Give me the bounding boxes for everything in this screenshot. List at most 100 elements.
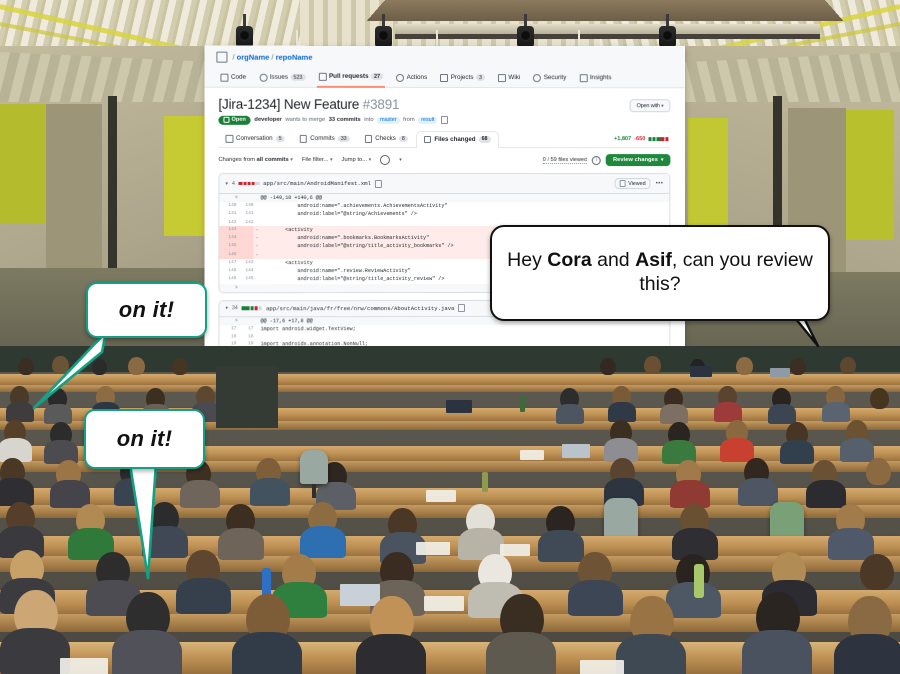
- check-icon: [364, 135, 373, 143]
- chevron-down-icon: ▾: [329, 157, 333, 164]
- copy-icon[interactable]: [440, 116, 448, 125]
- pr-subtitle: Open developer wants to merge 33 commits…: [218, 115, 670, 125]
- graph-icon: [579, 73, 588, 82]
- page-title: [Jira-1234] New Feature #3891 Open with …: [218, 96, 671, 113]
- viewed-checkbox[interactable]: Viewed: [614, 177, 651, 190]
- nav-projects[interactable]: Projects 3: [438, 70, 487, 86]
- repo-breadcrumb-bar: / orgName / repoName: [204, 45, 685, 69]
- diff-filter-bar: Changes from all commits ▾ File filter..…: [218, 154, 671, 167]
- wall-section: [46, 104, 102, 274]
- speech-bubble-tail-student-lower: [128, 462, 158, 580]
- tab-commits[interactable]: Commits 33: [293, 131, 357, 147]
- info-icon[interactable]: i: [592, 155, 602, 165]
- nav-insights[interactable]: Insights: [577, 71, 613, 87]
- chevron-down-icon[interactable]: ▾: [225, 180, 228, 186]
- chevron-down-icon: ▾: [290, 157, 293, 164]
- spotlight-icon: [517, 26, 534, 48]
- spotlight-icon: [659, 26, 676, 48]
- nav-count: 523: [290, 73, 306, 81]
- ceiling-truss: [366, 0, 844, 21]
- wall-panel-green: [0, 104, 46, 224]
- gear-icon[interactable]: [380, 155, 391, 166]
- speech-bubble-student-upper-text: on it!: [118, 297, 175, 322]
- nav-wiki[interactable]: Wiki: [496, 71, 522, 87]
- nav-pull-requests[interactable]: Pull requests 27: [316, 69, 386, 88]
- diff-line: 141 141 android:label="@string/Achievemen…: [219, 210, 669, 219]
- file-icon: [423, 135, 432, 144]
- nav-label: Projects: [450, 74, 474, 82]
- breadcrumb[interactable]: / orgName / repoName: [232, 52, 312, 61]
- pr-tabs: Conversation 5 Commits 33 Checks 8 Files ch…: [218, 130, 671, 149]
- diff-stat: +1,807 -650: [614, 136, 670, 142]
- file-change-count: 4: [232, 180, 235, 187]
- chevron-down-icon: ▾: [368, 157, 372, 164]
- nav-count: 27: [371, 73, 384, 80]
- nav-count: 3: [475, 74, 485, 81]
- diff-file-header[interactable]: ▾ 4 app/src/main/AndroidManifest.xml Vie…: [219, 174, 670, 194]
- diff-bar: [648, 137, 669, 141]
- lecture-hall-scene: / orgName / repoName Code Issues 523 Pull…: [0, 0, 900, 674]
- pr-title-text: [Jira-1234] New Feature: [218, 96, 360, 112]
- nav-security[interactable]: Security: [531, 71, 568, 87]
- code-icon: [220, 73, 229, 82]
- book-icon: [497, 73, 506, 82]
- hunk-header: @@ -140,10 +140,6 @@: [260, 193, 670, 203]
- file-diff-bar: [238, 181, 260, 186]
- file-filter-dropdown[interactable]: File filter... ▾: [302, 157, 333, 163]
- pull-request-icon: [318, 72, 327, 81]
- file-path[interactable]: app/src/main/AndroidManifest.xml: [263, 180, 371, 187]
- chevron-down-icon: ▾: [661, 102, 664, 109]
- project-board-icon: [440, 73, 449, 82]
- nav-issues[interactable]: Issues 523: [257, 70, 307, 86]
- tab-conversation[interactable]: Conversation 5: [218, 131, 291, 147]
- nav-code[interactable]: Code: [218, 70, 248, 86]
- review-changes-button[interactable]: Review changes ▾: [606, 154, 671, 167]
- chevron-down-icon: ▾: [399, 157, 402, 164]
- diff-filter-right: 0 / 59 files viewed i Review changes ▾: [542, 154, 671, 167]
- nav-label: Insights: [589, 74, 612, 82]
- desk-row: [0, 374, 900, 385]
- nav-label: Wiki: [508, 74, 521, 82]
- pr-author[interactable]: developer: [254, 117, 282, 123]
- files-viewed-progress: 0 / 59 files viewed: [542, 156, 588, 164]
- wall-panel-green: [164, 116, 208, 236]
- status-badge: Open: [218, 115, 251, 125]
- speech-bubble-presenter-text: Hey Cora and Asif, can you review this?: [507, 249, 813, 295]
- speech-bubble-student-lower-text: on it!: [116, 426, 173, 451]
- copy-icon[interactable]: [374, 179, 382, 188]
- base-branch[interactable]: master: [377, 116, 400, 124]
- repo-icon: [216, 51, 228, 63]
- file-diff-bar: [241, 306, 263, 311]
- commit-icon: [299, 135, 308, 143]
- open-with-button[interactable]: Open with ▾: [629, 99, 671, 113]
- chevron-down-icon: ▾: [660, 157, 664, 164]
- diff-expand-row[interactable]: ⇅ @@ -140,10 +140,6 @@: [219, 193, 670, 203]
- tab-checks[interactable]: Checks 8: [358, 131, 415, 147]
- comment-icon: [225, 135, 233, 143]
- file-path[interactable]: app/src/main/java/fr/free/nrw/commons/Ab…: [266, 305, 454, 312]
- play-icon: [396, 73, 405, 82]
- nav-label: Code: [230, 73, 247, 81]
- breadcrumb-org[interactable]: orgName: [237, 52, 270, 61]
- breadcrumb-repo[interactable]: repoName: [276, 52, 313, 61]
- shield-icon: [533, 73, 542, 82]
- tab-files-changed[interactable]: Files changed 68: [415, 130, 499, 149]
- nav-label: Pull requests: [328, 72, 369, 80]
- kebab-menu-icon[interactable]: •••: [656, 181, 664, 187]
- issue-icon: [259, 73, 268, 82]
- file-change-count: 34: [232, 305, 238, 312]
- chair: [604, 498, 638, 538]
- copy-icon[interactable]: [458, 304, 466, 313]
- wall-panel-green: [688, 118, 728, 238]
- head-branch[interactable]: result: [418, 116, 438, 124]
- chair: [300, 450, 328, 484]
- wall-panel-green: [846, 110, 894, 240]
- jump-to-dropdown[interactable]: Jump to... ▾: [342, 157, 372, 163]
- speech-bubble-student-lower: on it!: [84, 409, 205, 469]
- chevron-down-icon[interactable]: ▾: [225, 305, 228, 311]
- diff-line: 140 140 android:name=".achievements.Achie…: [219, 202, 669, 211]
- nav-actions[interactable]: Actions: [394, 70, 429, 86]
- pull-request-icon: [223, 116, 230, 123]
- changes-from-dropdown[interactable]: Changes from all commits ▾: [218, 157, 292, 163]
- checkbox-icon: [619, 180, 626, 187]
